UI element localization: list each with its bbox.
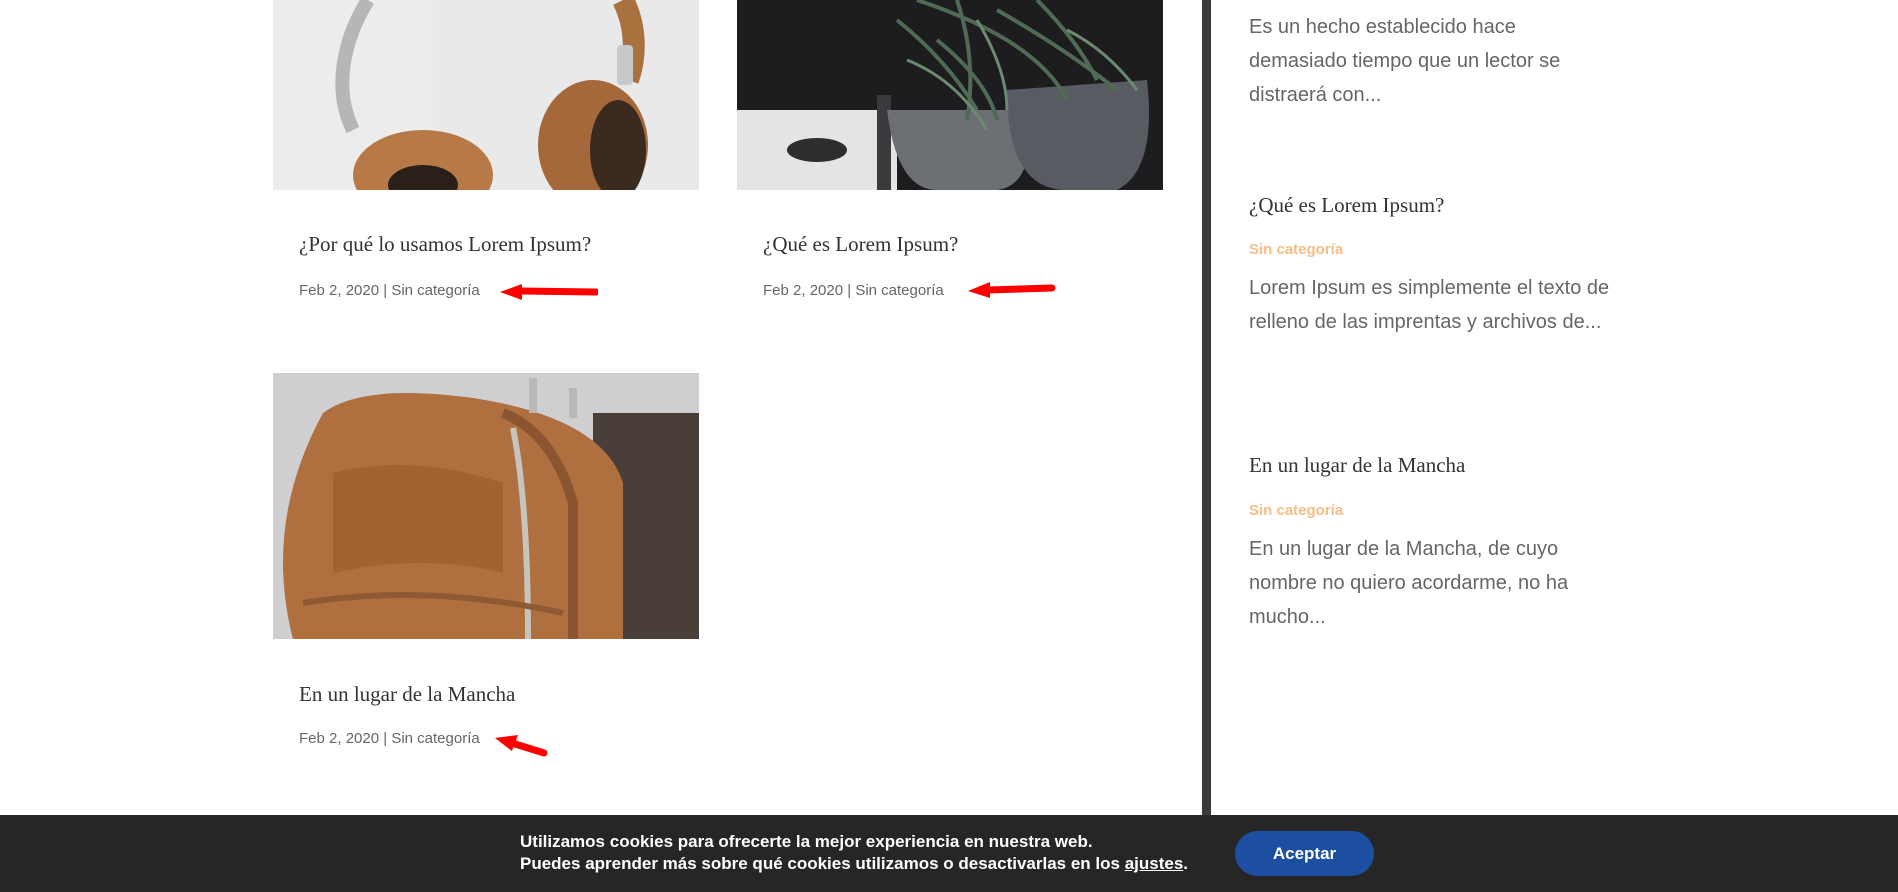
cookie-message: Utilizamos cookies para ofrecerte la mej… [520,831,1188,875]
red-arrow-icon [500,284,598,300]
post-category-link[interactable]: Sin categoría [391,282,479,299]
post-card: ¿Qué es Lorem Ipsum? Feb 2, 2020 | Sin c… [737,0,1163,299]
post-category-link[interactable]: Sin categoría [391,730,479,747]
cookie-line-1: Utilizamos cookies para ofrecerte la mej… [520,832,1093,851]
cookie-settings-link[interactable]: ajustes [1125,854,1184,873]
post-title[interactable]: En un lugar de la Mancha [299,682,515,707]
post-card: ¿Por qué lo usamos Lorem Ipsum? Feb 2, 2… [273,0,699,299]
meta-separator: | [847,282,852,299]
cookie-banner: Utilizamos cookies para ofrecerte la mej… [0,815,1898,892]
sidebar-post-title[interactable]: ¿Qué es Lorem Ipsum? [1249,193,1444,218]
post-thumbnail[interactable] [273,373,699,639]
post-date: Feb 2, 2020 [299,730,380,747]
sidebar-category-link[interactable]: Sin categoría [1249,241,1343,258]
accept-cookies-button[interactable]: Aceptar [1235,831,1374,876]
cookie-line-2-text: Puedes aprender más sobre qué cookies ut… [520,854,1125,873]
post-date: Feb 2, 2020 [299,282,380,299]
post-meta: Feb 2, 2020 | Sin categoría [763,282,944,299]
post-title[interactable]: ¿Qué es Lorem Ipsum? [763,232,958,257]
meta-separator: | [383,730,388,747]
post-meta: Feb 2, 2020 | Sin categoría [299,282,480,299]
red-arrow-icon [968,282,1056,298]
content-sidebar-divider [1202,0,1211,815]
sidebar-post-title[interactable]: En un lugar de la Mancha [1249,453,1465,478]
cookie-line-2: Puedes aprender más sobre qué cookies ut… [520,853,1188,875]
blog-grid: ¿Por qué lo usamos Lorem Ipsum? Feb 2, 2… [0,0,1200,892]
post-card: En un lugar de la Mancha Feb 2, 2020 | S… [273,373,699,747]
post-thumbnail[interactable] [737,0,1163,190]
sidebar-excerpt: Lorem Ipsum es simplemente el texto de r… [1249,277,1610,333]
sidebar-excerpt: Es un hecho establecido hace demasiado t… [1249,16,1561,106]
leather-bag-photo [273,373,699,639]
sidebar-excerpt: En un lugar de la Mancha, de cuyo nombre… [1249,538,1569,628]
plants-photo [737,0,1163,190]
headphones-photo [273,0,699,190]
post-meta: Feb 2, 2020 | Sin categoría [299,730,480,747]
sidebar-category-link[interactable]: Sin categoría [1249,502,1343,519]
post-category-link[interactable]: Sin categoría [855,282,943,299]
post-date: Feb 2, 2020 [763,282,844,299]
cookie-line-2-end: . [1183,854,1189,873]
meta-separator: | [383,282,388,299]
post-thumbnail[interactable] [273,0,699,190]
post-title[interactable]: ¿Por qué lo usamos Lorem Ipsum? [299,232,591,257]
red-arrow-icon [495,735,548,757]
